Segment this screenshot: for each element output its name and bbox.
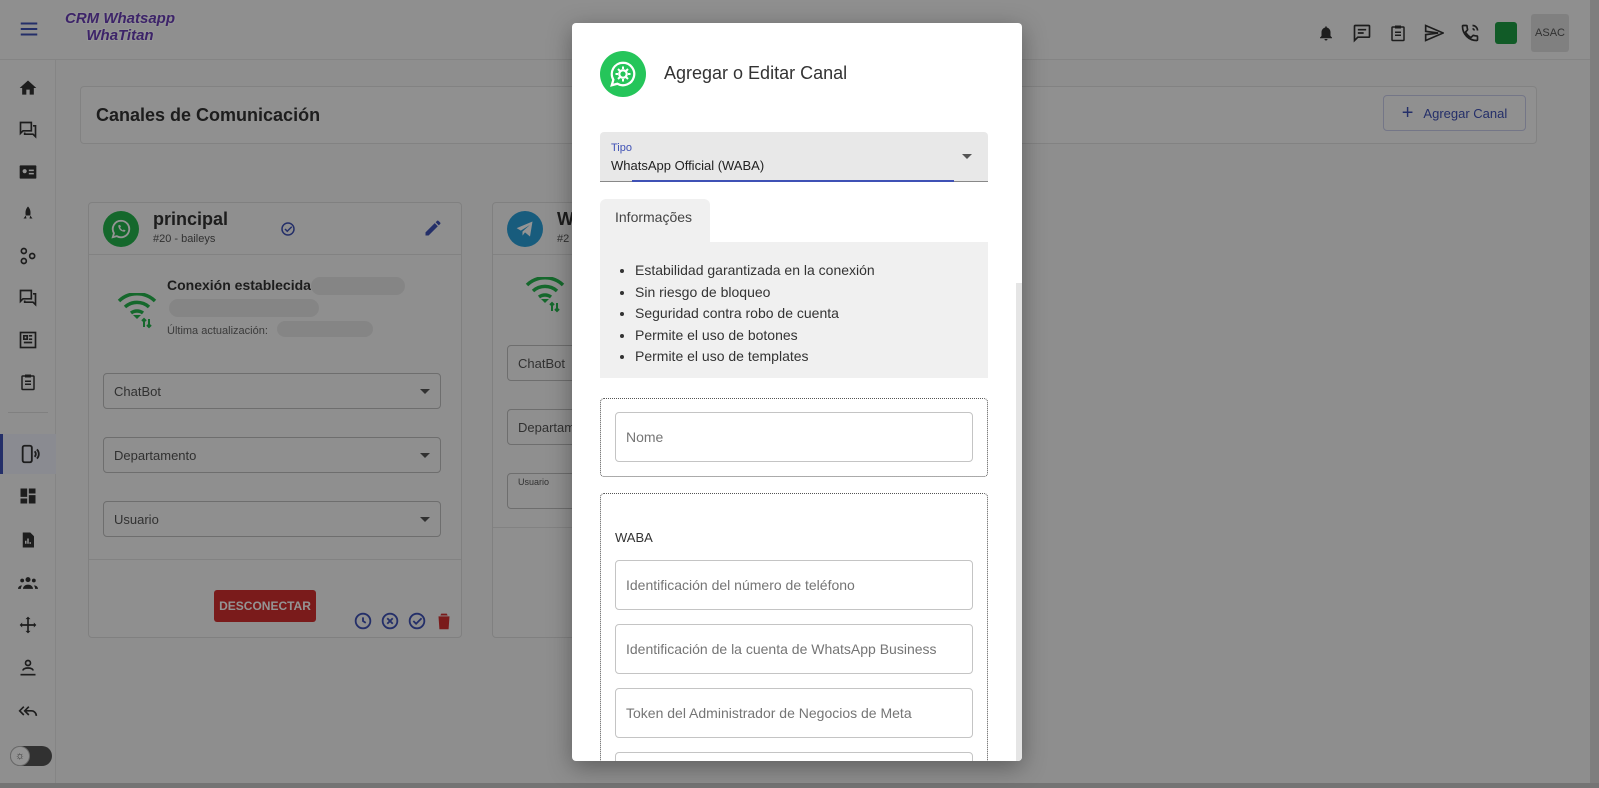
phone-number-id-input[interactable] [615, 560, 973, 610]
list-item: Sin riesgo de bloqueo [635, 282, 988, 304]
list-item: Seguridad contra robo de cuenta [635, 303, 988, 325]
type-select-value: WhatsApp Official (WABA) [611, 158, 765, 173]
whatsapp-settings-icon [600, 51, 646, 97]
modal-title: Agregar o Editar Canal [664, 63, 848, 83]
next-field[interactable] [615, 752, 973, 761]
business-account-id-input[interactable] [615, 624, 973, 674]
modal-scrollbar[interactable] [1016, 283, 1022, 761]
name-section [600, 398, 988, 477]
edit-channel-modal: Agregar o Editar Canal Tipo WhatsApp Off… [572, 23, 1022, 761]
list-item: Estabilidad garantizada en la conexión [635, 260, 988, 282]
meta-token-input[interactable] [615, 688, 973, 738]
type-select-label: Tipo [611, 142, 632, 154]
tab-informacoes[interactable]: Informações [600, 199, 710, 243]
info-panel: Estabilidad garantizada en la conexión S… [600, 242, 988, 378]
chevron-down-icon [962, 154, 972, 159]
waba-section-label: WABA [615, 530, 653, 545]
list-item: Permite el uso de botones [635, 325, 988, 347]
feature-list: Estabilidad garantizada en la conexión S… [635, 260, 988, 368]
focus-underline [632, 180, 954, 182]
waba-section: WABA [600, 493, 988, 761]
type-select[interactable]: Tipo WhatsApp Official (WABA) [600, 132, 988, 182]
list-item: Permite el uso de templates [635, 346, 988, 368]
name-input[interactable] [615, 412, 973, 462]
